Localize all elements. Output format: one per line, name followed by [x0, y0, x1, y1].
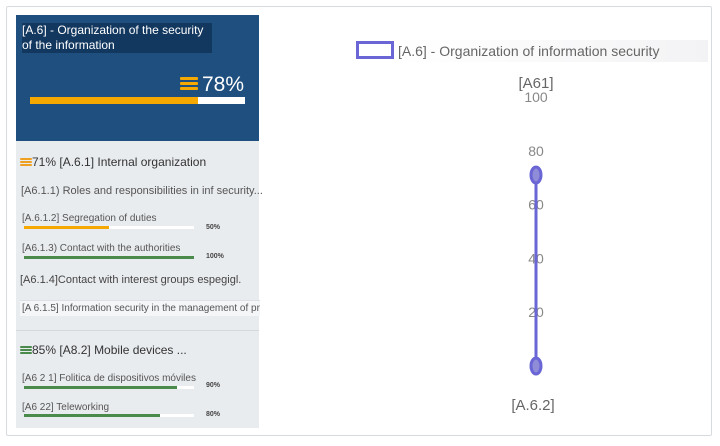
header-progress-fill	[30, 97, 198, 104]
item-progress-bar	[24, 414, 194, 417]
group-divider	[16, 330, 259, 331]
axis-label-bottom: [A.6.2]	[511, 397, 554, 414]
item-progress-fill	[24, 386, 177, 389]
header-progress-bar	[30, 97, 245, 104]
group-title-mobile-devices[interactable]: 85% [A8.2] Mobile devices ...	[20, 343, 187, 357]
data-point	[529, 356, 543, 376]
item-progress-fill	[24, 226, 109, 229]
data-point	[529, 165, 543, 185]
stack-icon	[20, 158, 32, 167]
item-progress-bar	[24, 226, 194, 229]
panel-header[interactable]: [A.6] - Organization of the security of …	[16, 15, 259, 141]
group-percent: 85%	[32, 343, 57, 357]
legend-swatch[interactable]	[356, 41, 394, 59]
group-label: [A8.2] Mobile devices ...	[59, 343, 187, 357]
item-label: [A6.1.1) Roles and responsibilities in i…	[21, 185, 263, 197]
group-title-internal-organization[interactable]: 71% [A.6.1] Internal organization	[20, 155, 206, 169]
list-item[interactable]: [A6 2 1] Folitica de dispositivos móvile…	[22, 373, 196, 384]
list-item[interactable]: [A6.1.4]Contact with interest groups esp…	[20, 274, 241, 286]
item-percent: 80%	[206, 411, 221, 418]
item-percent: 90%	[206, 382, 221, 389]
tick-label: 100	[524, 89, 548, 105]
legend-label[interactable]: [A.6] - Organization of information secu…	[398, 40, 708, 62]
stack-icon	[20, 346, 32, 355]
item-progress-fill	[24, 414, 160, 417]
header-percent: 78%	[202, 73, 245, 96]
item-percent: 100%	[206, 253, 224, 260]
stack-icon	[180, 77, 198, 92]
list-item[interactable]: [A6 22] Teleworking	[22, 402, 109, 413]
header-title: [A.6] - Organization of the security of …	[22, 23, 212, 53]
item-label: [A 6.1.5] Information security in the ma…	[22, 303, 260, 314]
item-label: [A6 2 1] Folitica de dispositivos móvile…	[22, 373, 196, 384]
list-item[interactable]: [A.6.1.2] Segregation of duties	[22, 213, 157, 224]
list-item[interactable]: [A 6.1.5] Information security in the ma…	[20, 300, 260, 316]
group-label: [A.6.1] Internal organization	[59, 155, 207, 169]
item-progress-bar	[24, 256, 194, 259]
item-progress-fill	[24, 256, 194, 259]
radar-chart: [A61] [A.6.2] 10080604020	[511, 75, 554, 414]
item-label: [A.6.1.2] Segregation of duties	[22, 213, 157, 224]
item-progress-bar	[24, 386, 194, 389]
item-percent: 50%	[206, 224, 221, 231]
group-percent: 71%	[32, 155, 57, 169]
item-label: [A6.1.4]Contact with interest groups esp…	[20, 274, 242, 286]
tick-label: 80	[528, 143, 544, 159]
item-label: [A6 22] Teleworking	[22, 402, 110, 413]
item-label: [A6.1.3) Contact with the authorities	[22, 243, 181, 254]
list-item[interactable]: [A6.1.1) Roles and responsibilities in i…	[21, 185, 263, 197]
list-item[interactable]: [A6.1.3) Contact with the authorities	[22, 243, 180, 254]
